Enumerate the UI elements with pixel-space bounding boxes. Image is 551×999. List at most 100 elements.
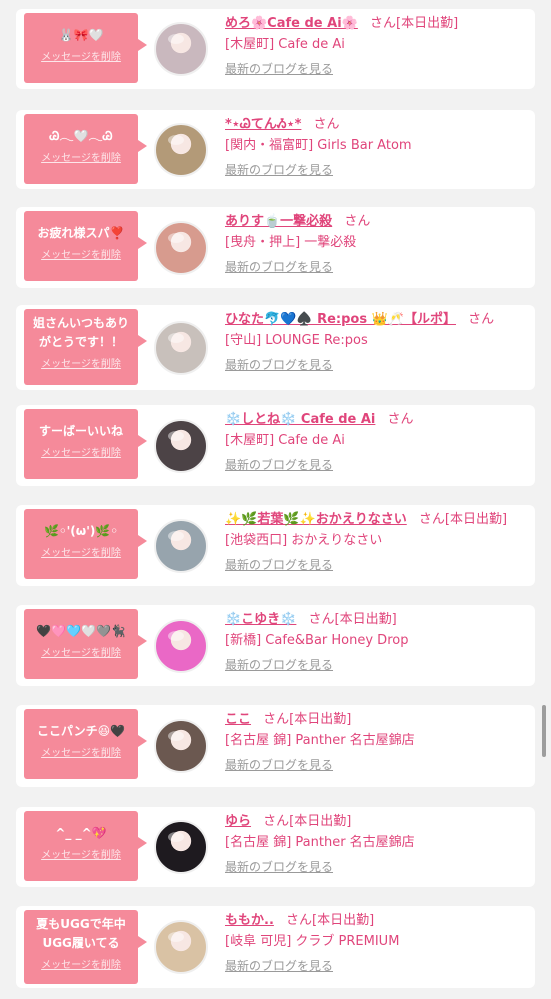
message-card: 🐰🎀🤍 メッセージを削除 めろ🌸Cafe de Ai🌸 さん[本日出勤] [木屋… (16, 9, 535, 89)
shop-info: [池袋西口] おかえりなさい (225, 533, 383, 548)
avatar[interactable] (154, 221, 208, 275)
work-status: [本日出勤] (289, 814, 352, 829)
latest-blog-link[interactable]: 最新のブログを見る (225, 61, 333, 77)
delete-message-link[interactable]: メッセージを削除 (24, 444, 138, 459)
message-bubble: ^_ _^💖 メッセージを削除 (24, 811, 147, 881)
delete-message-link[interactable]: メッセージを削除 (24, 846, 138, 861)
latest-blog-link[interactable]: 最新のブログを見る (225, 557, 333, 573)
latest-blog-link[interactable]: 最新のブログを見る (225, 259, 333, 275)
message-card: 🌿◦'(ω')🌿◦ メッセージを削除 ✨🌿若葉🌿✨おかえりなさい さん[本日出勤… (16, 505, 535, 586)
delete-message-link[interactable]: メッセージを削除 (24, 149, 138, 164)
delete-message-link[interactable]: メッセージを削除 (24, 246, 138, 261)
message-text: Ꮚ𓂃🤍𓂃Ꮚ (49, 129, 113, 143)
latest-blog-link[interactable]: 最新のブログを見る (225, 757, 333, 773)
avatar[interactable] (154, 22, 208, 76)
latest-blog-link[interactable]: 最新のブログを見る (225, 958, 333, 974)
message-text: お疲れ様スパ❣️ (37, 226, 125, 240)
cast-name-link[interactable]: ありす🍵一撃必殺 (225, 214, 332, 229)
cast-name-link[interactable]: ❄️しとね❄️ Cafe de Ai (225, 412, 375, 427)
message-text: 夏もUGGで年中UGG履いてる (36, 917, 126, 950)
work-status: [本日出勤] (396, 16, 459, 31)
cast-name-link[interactable]: ゆら (225, 814, 251, 829)
latest-blog-link[interactable]: 最新のブログを見る (225, 859, 333, 875)
message-bubble: すーばーいいね メッセージを削除 (24, 409, 147, 479)
delete-message-link[interactable]: メッセージを削除 (24, 544, 138, 559)
avatar[interactable] (154, 321, 208, 375)
message-bubble: 姐さんいつもありがとうです！！ メッセージを削除 (24, 309, 147, 385)
cast-info: ここ さん[本日出勤] [名古屋 錦] Panther 名古屋錦店 最新のブログ… (225, 711, 527, 773)
work-status: [本日出勤] (312, 913, 375, 928)
scrollbar[interactable] (542, 705, 546, 757)
avatar[interactable] (154, 719, 208, 773)
shop-info: [岐阜 可児] クラブ PREMIUM (225, 934, 400, 949)
avatar[interactable] (154, 519, 208, 573)
message-bubble: 夏もUGGで年中UGG履いてる メッセージを削除 (24, 910, 147, 984)
delete-message-link[interactable]: メッセージを削除 (24, 956, 138, 971)
avatar-highlight (168, 631, 184, 641)
shop-info: [新橋] Cafe&Bar Honey Drop (225, 633, 409, 648)
cast-name-line: ゆら さん[本日出勤] (225, 813, 527, 831)
delete-message-link[interactable]: メッセージを削除 (24, 644, 138, 659)
cast-name-line: ❄️しとね❄️ Cafe de Ai さん (225, 411, 527, 429)
honorific: さん (308, 612, 335, 627)
cast-name-link[interactable]: ✨🌿若葉🌿✨おかえりなさい (225, 512, 407, 527)
avatar[interactable] (154, 419, 208, 473)
cast-name-line: ✨🌿若葉🌿✨おかえりなさい さん[本日出勤] (225, 511, 527, 529)
honorific: さん (313, 117, 340, 132)
cast-name-line: ありす🍵一撃必殺 さん (225, 213, 527, 231)
message-bubble: 🌿◦'(ω')🌿◦ メッセージを削除 (24, 509, 147, 579)
honorific: さん (263, 712, 290, 727)
avatar-highlight (168, 431, 184, 441)
latest-blog-link[interactable]: 最新のブログを見る (225, 457, 333, 473)
cast-name-line: ももか.. さん[本日出勤] (225, 912, 527, 930)
cast-info: *⋆ᏊてんᏱ⋆* さん [関内・福富町] Girls Bar Atom 最新のブ… (225, 116, 527, 178)
shop-info: [名古屋 錦] Panther 名古屋錦店 (225, 733, 415, 748)
work-status: [本日出勤] (289, 712, 352, 727)
cast-info: ありす🍵一撃必殺 さん [曳舟・押上] 一撃必殺 最新のブログを見る (225, 213, 527, 275)
cast-name-line: ひなた🐬💙♠️ Re:pos 👑🥂【ルポ】 さん (225, 311, 527, 329)
avatar[interactable] (154, 619, 208, 673)
shop-info: [守山] LOUNGE Re:pos (225, 333, 368, 348)
cast-info: ❄️しとね❄️ Cafe de Ai さん [木屋町] Cafe de Ai 最… (225, 411, 527, 473)
avatar-highlight (168, 832, 184, 842)
honorific: さん (370, 16, 397, 31)
cast-info: ✨🌿若葉🌿✨おかえりなさい さん[本日出勤] [池袋西口] おかえりなさい 最新… (225, 511, 527, 573)
shop-info: [名古屋 錦] Panther 名古屋錦店 (225, 835, 415, 850)
latest-blog-link[interactable]: 最新のブログを見る (225, 657, 333, 673)
cast-info: ゆら さん[本日出勤] [名古屋 錦] Panther 名古屋錦店 最新のブログ… (225, 813, 527, 875)
cast-name-link[interactable]: *⋆ᏊてんᏱ⋆* (225, 117, 301, 132)
cast-info: ひなた🐬💙♠️ Re:pos 👑🥂【ルポ】 さん [守山] LOUNGE Re:… (225, 311, 527, 373)
cast-name-line: *⋆ᏊてんᏱ⋆* さん (225, 116, 527, 134)
delete-message-link[interactable]: メッセージを削除 (24, 744, 138, 759)
avatar[interactable] (154, 920, 208, 974)
message-card: Ꮚ𓂃🤍𓂃Ꮚ メッセージを削除 *⋆ᏊてんᏱ⋆* さん [関内・福富町] Girl… (16, 110, 535, 189)
message-bubble: ここパンチ😆🖤 メッセージを削除 (24, 709, 147, 779)
avatar-highlight (168, 34, 184, 44)
cast-name-link[interactable]: ❄️こゆき❄️ (225, 612, 296, 627)
honorific: さん (286, 913, 313, 928)
cast-name-link[interactable]: めろ🌸Cafe de Ai🌸 (225, 16, 358, 31)
honorific: さん (468, 312, 495, 327)
cast-name-link[interactable]: ももか.. (225, 913, 274, 928)
shop-info: [木屋町] Cafe de Ai (225, 433, 345, 448)
delete-message-link[interactable]: メッセージを削除 (24, 48, 138, 63)
avatar[interactable] (154, 820, 208, 874)
avatar[interactable] (154, 123, 208, 177)
honorific: さん (418, 512, 445, 527)
latest-blog-link[interactable]: 最新のブログを見る (225, 162, 333, 178)
message-text: ^_ _^💖 (55, 826, 107, 840)
avatar-highlight (168, 932, 184, 942)
message-card: ^_ _^💖 メッセージを削除 ゆら さん[本日出勤] [名古屋 錦] Pant… (16, 807, 535, 887)
message-card: お疲れ様スパ❣️ メッセージを削除 ありす🍵一撃必殺 さん [曳舟・押上] 一撃… (16, 207, 535, 288)
cast-name-link[interactable]: ひなた🐬💙♠️ Re:pos 👑🥂【ルポ】 (225, 312, 456, 327)
latest-blog-link[interactable]: 最新のブログを見る (225, 357, 333, 373)
message-text: 姐さんいつもありがとうです！！ (32, 316, 129, 349)
cast-name-link[interactable]: ここ (225, 712, 251, 727)
message-bubble: お疲れ様スパ❣️ メッセージを削除 (24, 211, 147, 281)
message-text: ここパンチ😆🖤 (36, 724, 126, 738)
message-card: 🖤🩷🩵🤍🩶🐈‍⬛ メッセージを削除 ❄️こゆき❄️ さん[本日出勤] [新橋] … (16, 605, 535, 686)
delete-message-link[interactable]: メッセージを削除 (24, 355, 138, 370)
message-bubble: 🐰🎀🤍 メッセージを削除 (24, 13, 147, 83)
cast-info: ❄️こゆき❄️ さん[本日出勤] [新橋] Cafe&Bar Honey Dro… (225, 611, 527, 673)
shop-info: [曳舟・押上] 一撃必殺 (225, 235, 357, 250)
